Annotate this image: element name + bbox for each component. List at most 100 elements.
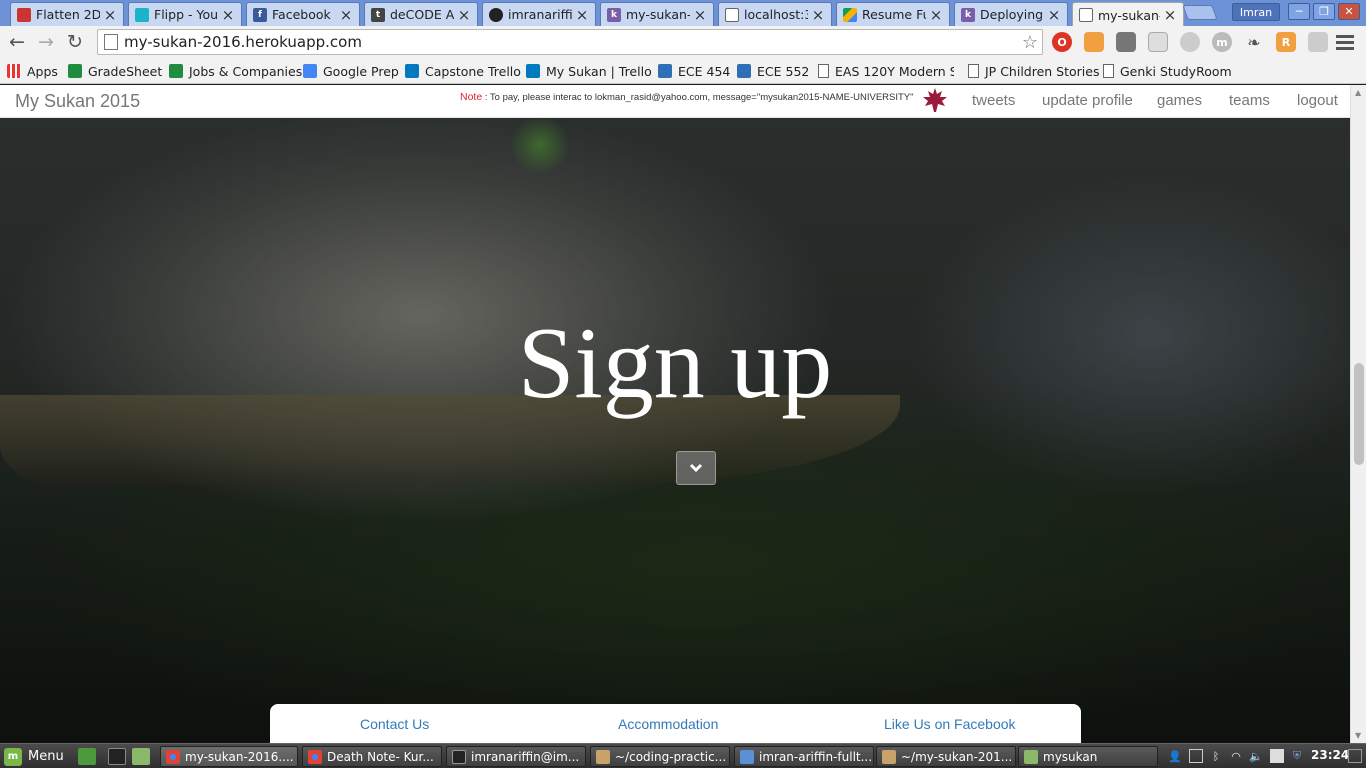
wifi-icon[interactable]: ◠ <box>1229 749 1243 763</box>
footer-accommodation[interactable]: Accommodation <box>618 716 718 732</box>
nav-games[interactable]: games <box>1157 92 1202 109</box>
task-chrome-death-note[interactable]: Death Note- Kur... <box>302 746 442 767</box>
nav-tweets[interactable]: tweets <box>972 92 1015 109</box>
new-tab-button[interactable] <box>1182 5 1218 20</box>
tab-close-icon[interactable]: × <box>693 6 707 24</box>
bookmark-label: GradeSheet <box>88 63 163 79</box>
chrome-menu-icon[interactable] <box>1336 32 1354 52</box>
battery-icon[interactable] <box>1270 749 1284 763</box>
task-mysukan-folder[interactable]: mysukan <box>1018 746 1158 767</box>
clock[interactable]: 23:24 <box>1311 748 1349 762</box>
bookmark-label: My Sukan | Trello <box>546 63 652 79</box>
opera-extension-icon[interactable]: O <box>1052 32 1072 52</box>
forward-arrow-icon[interactable]: → <box>34 30 58 54</box>
tab-github[interactable]: imranariffi × <box>482 2 596 26</box>
task-terminal[interactable]: imranariffin@im... <box>446 746 586 767</box>
user-icon[interactable]: 👤 <box>1168 749 1182 763</box>
task-label: imran-ariffin-fullt... <box>759 749 873 764</box>
page-icon <box>1079 8 1093 22</box>
bookmark-jobs[interactable]: Jobs & Companies <box>169 62 302 80</box>
tab-title: my-sukan- <box>626 7 690 22</box>
bluetooth-icon[interactable]: ᛒ <box>1209 749 1223 763</box>
tab-localhost[interactable]: localhost:3 × <box>718 2 832 26</box>
bookmark-label: Google Prep <box>323 63 399 79</box>
footer-contact-us[interactable]: Contact Us <box>360 716 429 732</box>
nav-teams[interactable]: teams <box>1229 92 1270 109</box>
close-window-icon[interactable]: ✕ <box>1338 3 1360 20</box>
tab-close-icon[interactable]: × <box>103 6 117 24</box>
tab-close-icon[interactable]: × <box>811 6 825 24</box>
tab-flipp[interactable]: Flipp - Your × <box>128 2 242 26</box>
tab-close-icon[interactable]: × <box>929 6 943 24</box>
tab-close-icon[interactable]: × <box>1047 6 1061 24</box>
bookmark-ece-552[interactable]: ECE 552 <box>737 62 809 80</box>
bookmark-genki-studyroom[interactable]: Genki StudyRoom <box>1103 62 1232 80</box>
site-navbar: My Sukan 2015 Note : To pay, please inte… <box>0 85 1350 118</box>
scroll-down-arrow-icon[interactable]: ▼ <box>1355 731 1361 740</box>
task-my-sukan-editor[interactable]: ~/my-sukan-201... <box>876 746 1016 767</box>
extension-square-icon[interactable] <box>1308 32 1328 52</box>
tab-facebook[interactable]: f Facebook × <box>246 2 360 26</box>
bookmark-eas-120y[interactable]: EAS 120Y Modern St <box>818 62 954 80</box>
page-icon <box>725 7 739 22</box>
task-coding-practice[interactable]: ~/coding-practic... <box>590 746 730 767</box>
bookmark-my-sukan-trello[interactable]: My Sukan | Trello <box>526 62 652 80</box>
tab-close-icon[interactable]: × <box>575 6 589 24</box>
bookmark-apps[interactable]: Apps <box>7 62 58 80</box>
address-bar[interactable]: my-sukan-2016.herokuapp.com ☆ <box>97 29 1043 55</box>
tab-close-icon[interactable]: × <box>221 6 235 24</box>
site-brand[interactable]: My Sukan 2015 <box>15 91 140 112</box>
bookmark-capstone-trello[interactable]: Capstone Trello <box>405 62 521 80</box>
file-manager-icon[interactable] <box>132 748 150 765</box>
bookmark-star-icon[interactable]: ☆ <box>1018 32 1042 53</box>
extension-blank-icon[interactable] <box>1148 32 1168 52</box>
tab-deploying[interactable]: k Deploying × <box>954 2 1068 26</box>
volume-icon[interactable]: 🔈 <box>1249 749 1263 763</box>
bookmark-jp-children-stories[interactable]: JP Children Stories <box>968 62 1099 80</box>
tab-close-icon[interactable]: × <box>1163 6 1177 24</box>
extension-r-icon[interactable]: R <box>1276 32 1296 52</box>
scroll-down-button[interactable] <box>676 451 716 485</box>
restore-icon[interactable]: ❐ <box>1313 3 1335 20</box>
shield-icon[interactable]: ⛨ <box>1290 749 1304 763</box>
task-chrome-my-sukan[interactable]: my-sukan-2016.... <box>160 746 298 767</box>
tab-title: Deploying <box>980 7 1044 22</box>
nav-logout[interactable]: logout <box>1297 92 1338 109</box>
nav-update-profile[interactable]: update profile <box>1042 92 1133 109</box>
bookmark-google-prep[interactable]: Google Prep <box>303 62 399 80</box>
url-text[interactable]: my-sukan-2016.herokuapp.com <box>124 33 1018 51</box>
extension-feather-icon[interactable]: ❧ <box>1244 32 1264 52</box>
bookmark-gradesheet[interactable]: GradeSheet <box>68 62 162 80</box>
page-icon <box>104 34 118 50</box>
tab-close-icon[interactable]: × <box>457 6 471 24</box>
scrollbar-thumb[interactable] <box>1354 363 1364 465</box>
extension-face-icon[interactable] <box>1084 32 1104 52</box>
extension-m-icon[interactable]: m <box>1212 32 1232 52</box>
tab-title: localhost:3 <box>744 7 808 22</box>
back-arrow-icon[interactable]: ← <box>5 30 29 54</box>
tab-resume[interactable]: Resume Fu × <box>836 2 950 26</box>
update-manager-icon[interactable] <box>1189 749 1203 763</box>
tab-close-icon[interactable]: × <box>339 6 353 24</box>
bookmark-ece-454[interactable]: ECE 454 <box>658 62 730 80</box>
extension-circle-icon[interactable] <box>1180 32 1200 52</box>
show-desktop-icon[interactable] <box>78 748 96 765</box>
show-desktop-icon[interactable] <box>1348 749 1362 763</box>
start-menu-button[interactable]: m Menu <box>4 747 64 766</box>
page-scrollbar[interactable]: ▲ ▼ <box>1350 85 1366 743</box>
scroll-up-arrow-icon[interactable]: ▲ <box>1355 88 1361 97</box>
tab-flatten-2d[interactable]: Flatten 2D × <box>10 2 124 26</box>
tab-favicon-icon <box>135 7 149 22</box>
tab-my-sukan-active[interactable]: my-sukan-2 × <box>1072 2 1184 27</box>
terminal-icon[interactable] <box>108 748 126 765</box>
task-label: imranariffin@im... <box>471 749 580 764</box>
tab-heroku-my-sukan[interactable]: k my-sukan- × <box>600 2 714 26</box>
profile-button[interactable]: Imran <box>1232 3 1280 21</box>
task-resume-document[interactable]: imran-ariffin-fullt... <box>734 746 874 767</box>
minimize-icon[interactable]: ─ <box>1288 3 1310 20</box>
apps-grid-icon <box>7 64 21 78</box>
footer-like-us-facebook[interactable]: Like Us on Facebook <box>884 716 1016 732</box>
extension-gray-icon[interactable] <box>1116 32 1136 52</box>
reload-icon[interactable]: ↻ <box>63 30 87 54</box>
tab-decode[interactable]: t deCODE A × <box>364 2 478 26</box>
